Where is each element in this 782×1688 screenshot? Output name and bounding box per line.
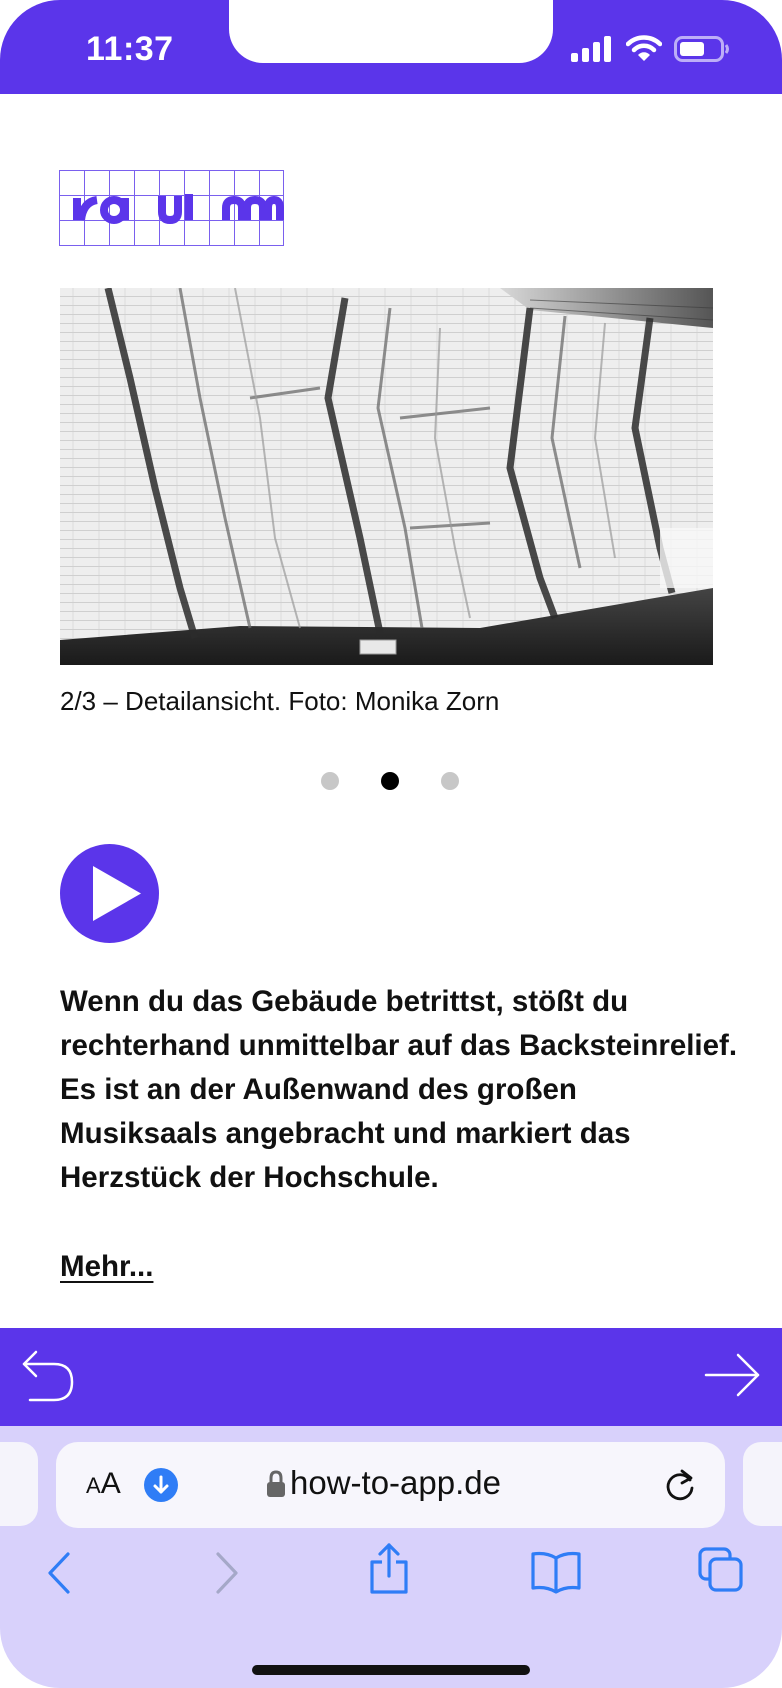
text-size-button[interactable]: AA [86,1467,121,1501]
gallery-photo[interactable] [60,288,713,665]
phone-screen: 11:37 2/3 – Detailansicht. Foto: Monika … [0,0,782,1688]
play-button[interactable] [60,844,159,943]
status-bar: 11:37 [0,0,782,94]
signal-icon [571,36,611,62]
carousel-dot-3[interactable] [441,772,459,790]
wifi-icon [626,35,662,61]
status-time: 11:37 [86,30,174,68]
chevron-right-icon[interactable] [206,1550,246,1596]
more-link[interactable]: Mehr... [60,1250,153,1284]
photo-caption: 2/3 – Detailansicht. Foto: Monika Zorn [60,686,500,716]
battery-icon [674,36,729,62]
lock-icon [267,1470,285,1497]
chevron-left-icon[interactable] [40,1550,80,1596]
undo-back-icon[interactable] [20,1346,78,1406]
play-icon [93,866,141,921]
url-text[interactable]: how-to-app.de [290,1464,501,1502]
reload-icon[interactable] [662,1466,698,1504]
tabs-icon[interactable] [697,1546,745,1594]
home-indicator[interactable] [252,1665,530,1675]
carousel-dots [0,772,782,792]
arrow-right-icon[interactable] [704,1350,762,1400]
bookmarks-icon[interactable] [530,1550,582,1594]
carousel-dot-2[interactable] [381,772,399,790]
next-tab-preview[interactable] [743,1442,782,1526]
app-navigation-bar [0,1328,782,1426]
share-icon[interactable] [366,1542,412,1596]
browser-toolbar: AA how-to-app.de [0,1426,782,1688]
carousel-dot-1[interactable] [321,772,339,790]
description-text: Wenn du das Gebäude betrittst, stößt du … [60,985,738,1194]
notch [229,0,553,63]
site-logo[interactable] [59,170,284,246]
address-bar[interactable]: AA how-to-app.de [56,1442,725,1528]
download-icon[interactable] [144,1468,178,1502]
previous-tab-preview[interactable] [0,1442,38,1526]
